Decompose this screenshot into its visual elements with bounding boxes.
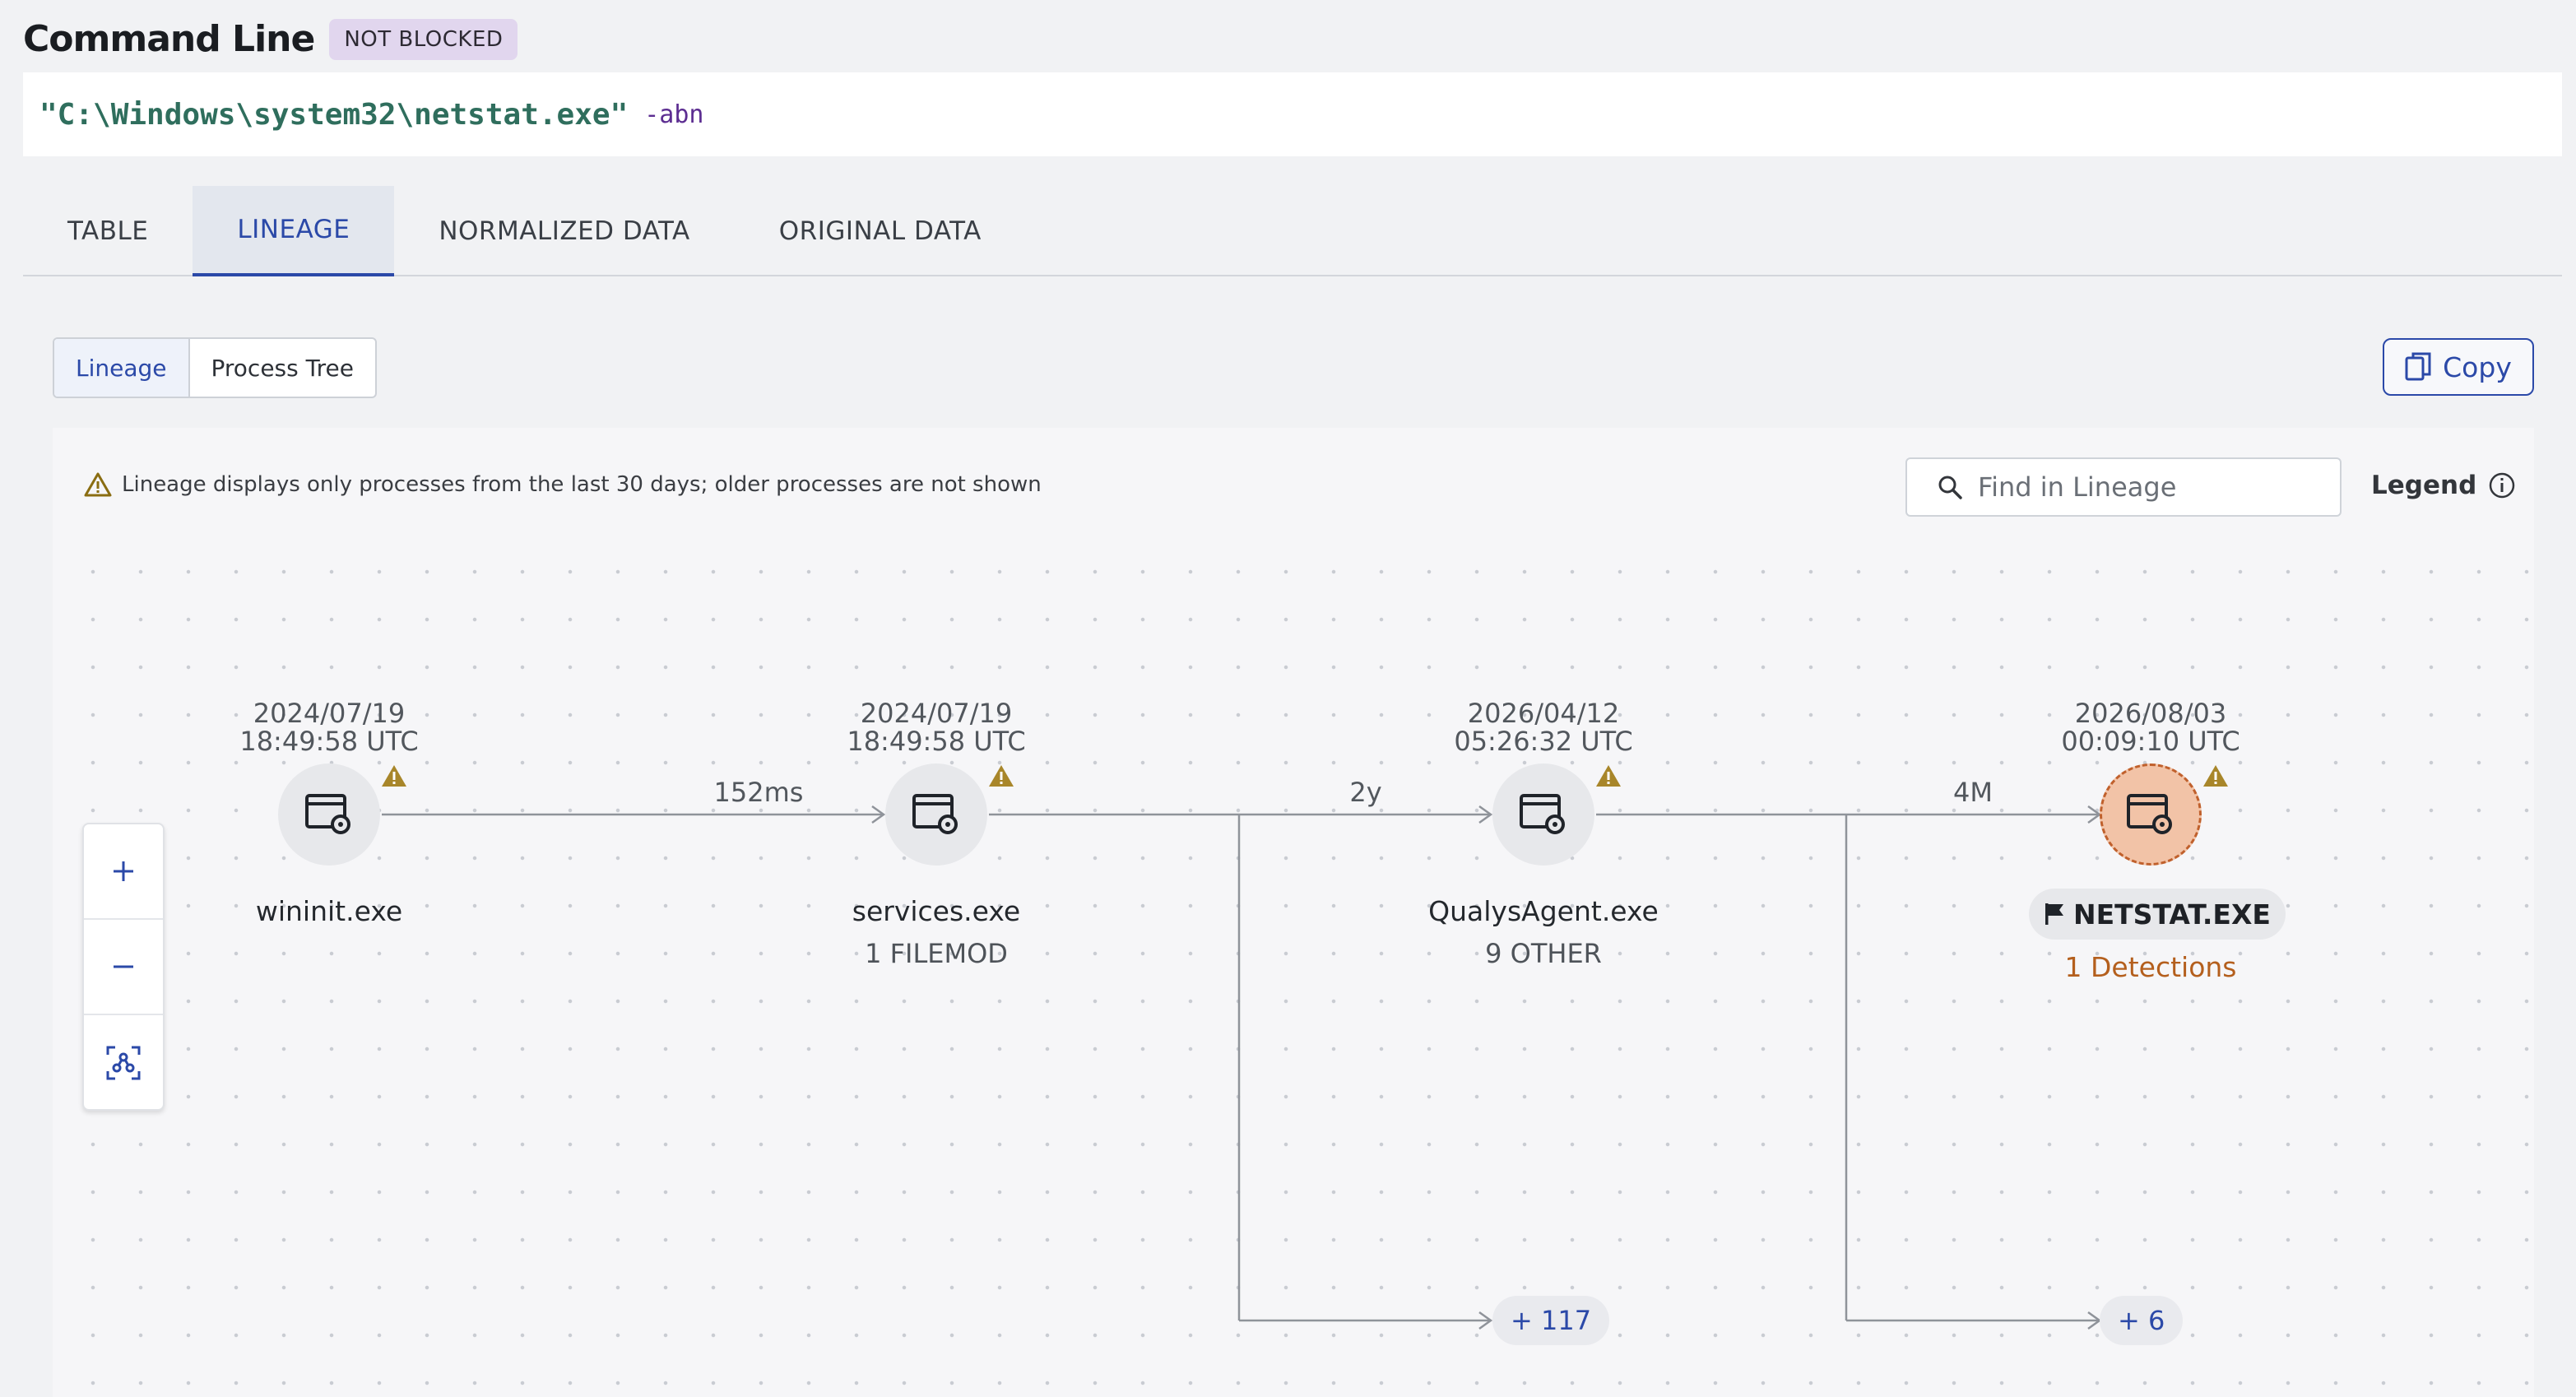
command-line-header: Command Line NOT BLOCKED bbox=[23, 18, 518, 60]
plus-icon bbox=[114, 861, 133, 881]
tab-table[interactable]: TABLE bbox=[23, 186, 193, 276]
process-event-count: 9 OTHER bbox=[1485, 938, 1602, 969]
tab-lineage[interactable]: LINEAGE bbox=[193, 186, 395, 276]
alert-icon bbox=[2203, 765, 2228, 787]
process-node[interactable] bbox=[278, 763, 380, 866]
process-event-count: 1 FILEMOD bbox=[865, 938, 1008, 969]
alert-icon bbox=[1596, 765, 1621, 787]
command-executable: "C:\Windows\system32\netstat.exe" bbox=[39, 97, 629, 132]
copy-icon bbox=[2405, 352, 2431, 381]
more-children-pill[interactable]: + 6 bbox=[2100, 1296, 2184, 1345]
edge-duration-label: 4M bbox=[1953, 777, 1993, 808]
process-icon bbox=[2127, 794, 2172, 834]
zoom-in-button[interactable] bbox=[84, 824, 163, 920]
command-arguments: -abn bbox=[644, 100, 704, 129]
process-tree-view-button[interactable]: Process Tree bbox=[190, 339, 375, 397]
process-name: services.exe bbox=[852, 895, 1021, 927]
process-icon bbox=[305, 794, 350, 834]
flagged-process-node[interactable] bbox=[2100, 763, 2202, 866]
flag-icon bbox=[2045, 903, 2063, 925]
lineage-view-button[interactable]: Lineage bbox=[54, 339, 190, 397]
copy-button[interactable]: Copy bbox=[2383, 338, 2534, 396]
process-name: NETSTAT.EXE bbox=[2073, 898, 2271, 931]
page-title: Command Line bbox=[23, 18, 315, 60]
node-time: 18:49:58 UTC bbox=[847, 726, 1026, 757]
tab-original-data[interactable]: ORIGINAL DATA bbox=[735, 186, 1026, 276]
process-icon bbox=[1520, 794, 1565, 834]
zoom-out-button[interactable] bbox=[84, 920, 163, 1015]
command-line-box: "C:\Windows\system32\netstat.exe" -abn bbox=[23, 72, 2562, 156]
process-node[interactable] bbox=[1492, 763, 1594, 866]
node-timestamp: 2024/07/19 18:49:58 UTC bbox=[206, 699, 453, 755]
fit-view-button[interactable] bbox=[84, 1015, 163, 1111]
node-date: 2026/04/12 bbox=[1467, 698, 1620, 729]
edge-duration-label: 152ms bbox=[713, 777, 804, 808]
alert-icon bbox=[989, 765, 1014, 787]
detections-link[interactable]: 1 Detections bbox=[1986, 951, 2315, 983]
process-name: wininit.exe bbox=[255, 895, 403, 927]
detail-tabs: TABLE LINEAGE NORMALIZED DATA ORIGINAL D… bbox=[23, 186, 2562, 276]
status-badge: NOT BLOCKED bbox=[329, 18, 518, 60]
node-timestamp: 2026/08/03 00:09:10 UTC bbox=[2027, 699, 2274, 755]
process-name-pill: NETSTAT.EXE bbox=[2029, 889, 2286, 940]
process-node[interactable] bbox=[885, 763, 987, 866]
more-children-pill[interactable]: + 117 bbox=[1492, 1296, 1610, 1345]
node-time: 05:26:32 UTC bbox=[1454, 726, 1633, 757]
node-date: 2026/08/03 bbox=[2074, 698, 2227, 729]
zoom-controls bbox=[82, 823, 165, 1111]
process-icon bbox=[912, 794, 958, 834]
tab-normalized-data[interactable]: NORMALIZED DATA bbox=[394, 186, 734, 276]
node-date: 2024/07/19 bbox=[860, 698, 1013, 729]
node-time: 18:49:58 UTC bbox=[239, 726, 419, 757]
alert-icon bbox=[382, 765, 406, 787]
minus-icon bbox=[114, 965, 133, 968]
node-timestamp: 2026/04/12 05:26:32 UTC bbox=[1420, 699, 1667, 755]
node-timestamp: 2024/07/19 18:49:58 UTC bbox=[813, 699, 1060, 755]
edge-duration-label: 2y bbox=[1349, 777, 1382, 808]
lineage-canvas[interactable]: Lineage displays only processes from the… bbox=[53, 428, 2534, 1397]
copy-button-label: Copy bbox=[2443, 350, 2512, 383]
fit-screen-icon bbox=[106, 1046, 141, 1080]
view-toggle: Lineage Process Tree bbox=[53, 337, 377, 398]
node-time: 00:09:10 UTC bbox=[2061, 726, 2240, 757]
process-name: QualysAgent.exe bbox=[1428, 895, 1659, 927]
node-date: 2024/07/19 bbox=[253, 698, 406, 729]
